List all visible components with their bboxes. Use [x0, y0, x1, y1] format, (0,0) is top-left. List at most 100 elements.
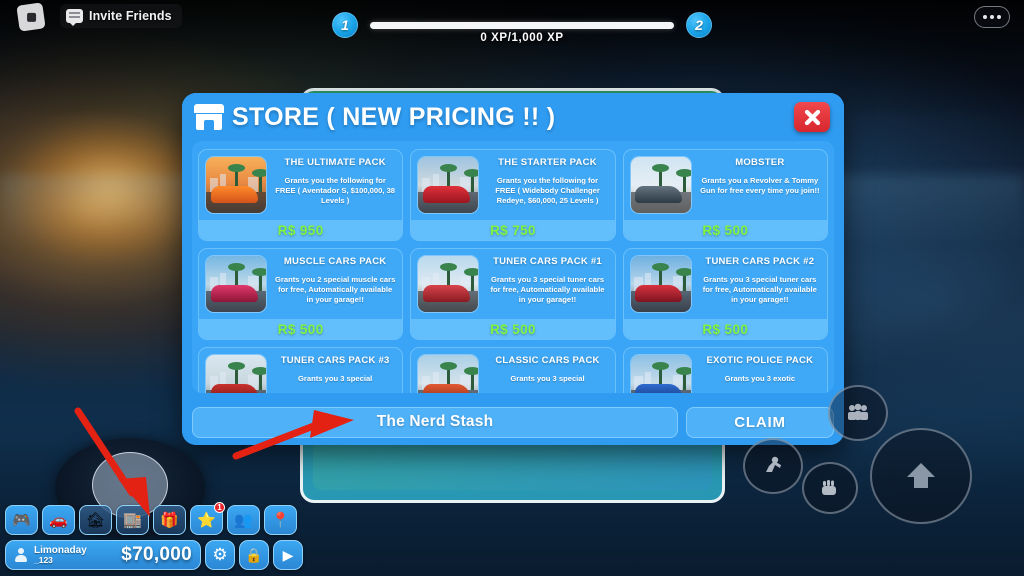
hud-garage-button[interactable]: 🏚 [79, 505, 112, 535]
avatar-icon [14, 548, 28, 562]
store-item-name: EXOTIC POLICE PACK [706, 355, 814, 366]
notification-badge: 1 [214, 502, 225, 513]
people-icon [848, 403, 868, 420]
store-item-description: Grants you 3 special [298, 373, 373, 383]
promo-code-value: The Nerd Stash [376, 413, 494, 430]
xp-progress-widget: 1 2 0 XP/1,000 XP [332, 10, 712, 50]
garage-icon: 🏚 [85, 511, 106, 529]
hud-map-pin-button[interactable]: 📍 [264, 505, 297, 535]
gift-icon: 🎁 [160, 511, 179, 529]
controller-icon: 🎮 [12, 511, 31, 529]
store-item-description: Grants you 3 special tuner cars for free… [490, 274, 605, 304]
store-item-description: Grants you the following for FREE ( Aven… [275, 175, 396, 205]
person-kneel-icon [766, 456, 781, 472]
invite-friends-label: Invite Friends [89, 9, 172, 23]
store-item-price-bar: R$ 500 [623, 319, 827, 339]
dot-icon [997, 15, 1001, 19]
store-item-name: THE ULTIMATE PACK [284, 157, 386, 168]
store-item-card[interactable]: EXOTIC POLICE PACK Grants you 3 exotic [622, 347, 828, 393]
store-item-thumbnail [629, 354, 692, 393]
store-item-price: R$ 500 [702, 321, 749, 337]
hud-star-button[interactable]: ⭐ 1 [190, 502, 225, 535]
store-item-price: R$ 500 [490, 321, 536, 337]
invite-friends-button[interactable]: Invite Friends [60, 4, 182, 28]
store-item-price-bar: R$ 950 [199, 220, 403, 240]
store-item-name: CLASSIC CARS PACK [495, 355, 600, 366]
claim-button[interactable]: CLAIM [686, 406, 834, 438]
store-item-description: Grants you the following for FREE ( Wide… [495, 175, 600, 205]
player-name-line2: _123 [34, 554, 53, 565]
punch-button[interactable] [802, 462, 858, 514]
gear-icon: ⚙ [212, 545, 228, 564]
store-item-price-bar: R$ 500 [199, 319, 403, 339]
dot-icon [983, 15, 987, 19]
action-button-2[interactable] [743, 438, 803, 494]
store-footer: The Nerd Stash CLAIM [182, 399, 844, 445]
lock-icon: 🔒 [245, 546, 263, 563]
claim-label: CLAIM [734, 413, 786, 431]
menu-dots-button[interactable] [974, 6, 1010, 28]
store-item-card[interactable]: THE STARTER PACK Grants you the following… [410, 149, 616, 241]
store-item-thumbnail [629, 156, 692, 214]
store-item-description: Grants you 2 special muscle cars for fre… [275, 274, 396, 304]
hud-car-button[interactable]: 🚗 [42, 505, 75, 535]
store-item-name: THE STARTER PACK [498, 157, 597, 168]
jump-button[interactable] [870, 428, 972, 524]
store-item-thumbnail [629, 255, 692, 313]
store-item-name: TUNER CARS PACK #3 [280, 355, 390, 366]
roblox-logo-icon[interactable] [16, 2, 46, 32]
hud-gift-button[interactable]: 🎁 [153, 505, 186, 535]
settings-button[interactable]: ⚙ [205, 540, 235, 570]
xp-progress-label: 0 XP/1,000 XP [480, 32, 564, 44]
dot-icon [990, 15, 994, 19]
video-button[interactable]: ▶ [273, 540, 303, 570]
hud-bottom-row: Limonaday _123 $70,000 ⚙ 🔒 ▶ [5, 540, 303, 570]
hud-store-button[interactable]: 🏬 [116, 505, 149, 535]
up-arrow-icon [907, 463, 935, 488]
fist-icon [822, 480, 836, 495]
action-button-1[interactable] [828, 385, 888, 441]
store-item-name: TUNER CARS PACK #2 [705, 256, 815, 267]
hud-icon-row: 🎮 🚗 🏚 🏬 🎁 ⭐ 1 👥 📍 [5, 502, 297, 535]
play-icon: ▶ [282, 546, 294, 563]
close-icon [804, 109, 820, 125]
car-icon: 🚗 [49, 511, 68, 529]
store-item-card[interactable]: TUNER CARS PACK #3 Grants you 3 special [198, 347, 404, 393]
store-item-thumbnail [417, 255, 480, 313]
store-item-name: MUSCLE CARS PACK [283, 256, 387, 267]
store-item-card[interactable]: TUNER CARS PACK #2 Grants you 3 special t… [622, 248, 828, 340]
money-amount: $70,000 [121, 544, 192, 565]
store-dialog: STORE ( NEW PRICING !! ) THE ULTIMATE PA… [182, 93, 844, 445]
store-item-card[interactable]: THE ULTIMATE PACK Grants you the followin… [198, 149, 404, 241]
storefront-icon [194, 104, 224, 130]
store-item-price-bar: R$ 500 [623, 220, 827, 240]
store-item-description: Grants you 3 special [510, 373, 585, 383]
store-item-name: MOBSTER [735, 157, 785, 168]
store-item-price: R$ 750 [490, 222, 536, 238]
store-item-card[interactable]: CLASSIC CARS PACK Grants you 3 special [410, 347, 616, 393]
lock-button[interactable]: 🔒 [239, 540, 269, 570]
store-item-card[interactable]: TUNER CARS PACK #1 Grants you 3 special t… [410, 248, 616, 340]
close-button[interactable] [794, 102, 830, 132]
store-item-description: Grants you 3 exotic [724, 373, 796, 383]
hud-friends-button[interactable]: 👥 [227, 505, 260, 535]
store-item-thumbnail [417, 156, 480, 214]
promo-code-input[interactable]: The Nerd Stash [192, 406, 678, 438]
store-item-card[interactable]: MOBSTER Grants you a Revolver & Tommy Gun… [622, 149, 828, 241]
map-pin-icon: 📍 [271, 511, 290, 529]
store-item-description: Grants you 3 special tuner cars for free… [702, 274, 817, 304]
store-items-scroll-area[interactable]: THE ULTIMATE PACK Grants you the followin… [192, 141, 834, 393]
hud-controller-button[interactable]: 🎮 [5, 505, 38, 535]
store-item-thumbnail [205, 255, 267, 313]
store-title: STORE ( NEW PRICING !! ) [232, 102, 556, 131]
store-item-thumbnail [205, 156, 267, 214]
store-item-thumbnail [417, 354, 480, 393]
store-item-card[interactable]: MUSCLE CARS PACK Grants you 2 special mus… [198, 248, 404, 340]
store-icon: 🏬 [123, 511, 142, 529]
store-items-grid: THE ULTIMATE PACK Grants you the followin… [198, 149, 828, 393]
game-screen: Invite Friends 1 2 0 XP/1,000 XP STORE (… [0, 0, 1024, 576]
star-icon: ⭐ [197, 511, 216, 529]
store-item-price-bar: R$ 500 [411, 319, 615, 339]
player-info-bar[interactable]: Limonaday _123 $70,000 [5, 540, 201, 570]
store-item-price: R$ 500 [277, 321, 324, 337]
